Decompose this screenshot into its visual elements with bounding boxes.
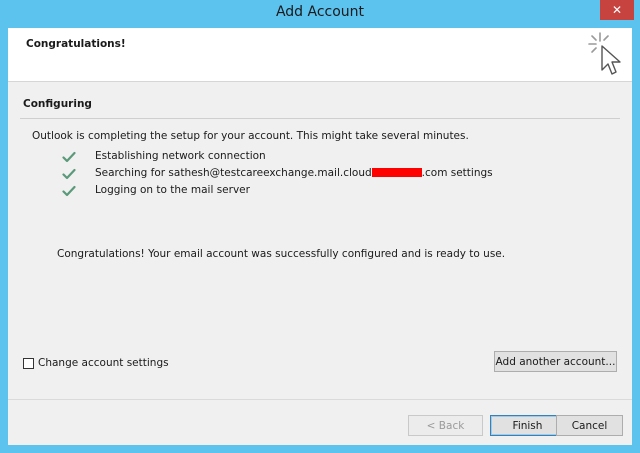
change-settings-label[interactable]: Change account settings	[38, 357, 169, 369]
step-label: Logging on to the mail server	[95, 184, 250, 196]
checkmark-icon	[62, 168, 76, 180]
success-message: Congratulations! Your email account was …	[57, 248, 506, 260]
step-label: Searching for sathesh@testcareexchange.m…	[95, 167, 493, 179]
cancel-button[interactable]: Cancel	[556, 415, 623, 436]
redaction-bar	[371, 168, 422, 177]
dialog-client-area: Congratulations! Configuring Outlook is …	[8, 28, 632, 445]
header-panel: Congratulations!	[8, 28, 632, 82]
intro-text: Outlook is completing the setup for your…	[32, 130, 469, 142]
window-title: Add Account	[275, 4, 365, 20]
section-title: Configuring	[23, 98, 92, 110]
step-label-start: Searching for sathesh@testcareexchange.m…	[95, 167, 372, 179]
checkmark-icon	[62, 185, 76, 197]
step-label-end: .com settings	[421, 167, 493, 179]
add-account-window: Add Account ✕ Congratulations! Configuri…	[0, 0, 640, 453]
checkmark-icon	[62, 151, 76, 163]
cursor-sparkle-icon	[588, 32, 621, 75]
close-icon: ✕	[611, 3, 623, 17]
footer-divider	[8, 399, 632, 400]
close-button[interactable]: ✕	[600, 0, 634, 20]
change-settings-checkbox[interactable]	[23, 358, 34, 369]
step-label: Establishing network connection	[95, 150, 266, 162]
title-bar[interactable]: Add Account ✕	[0, 0, 640, 28]
finish-button[interactable]: Finish	[490, 415, 565, 436]
header-title: Congratulations!	[26, 38, 126, 50]
add-another-account-button[interactable]: Add another account...	[494, 351, 617, 372]
section-divider	[20, 118, 620, 119]
back-button[interactable]: < Back	[408, 415, 483, 436]
